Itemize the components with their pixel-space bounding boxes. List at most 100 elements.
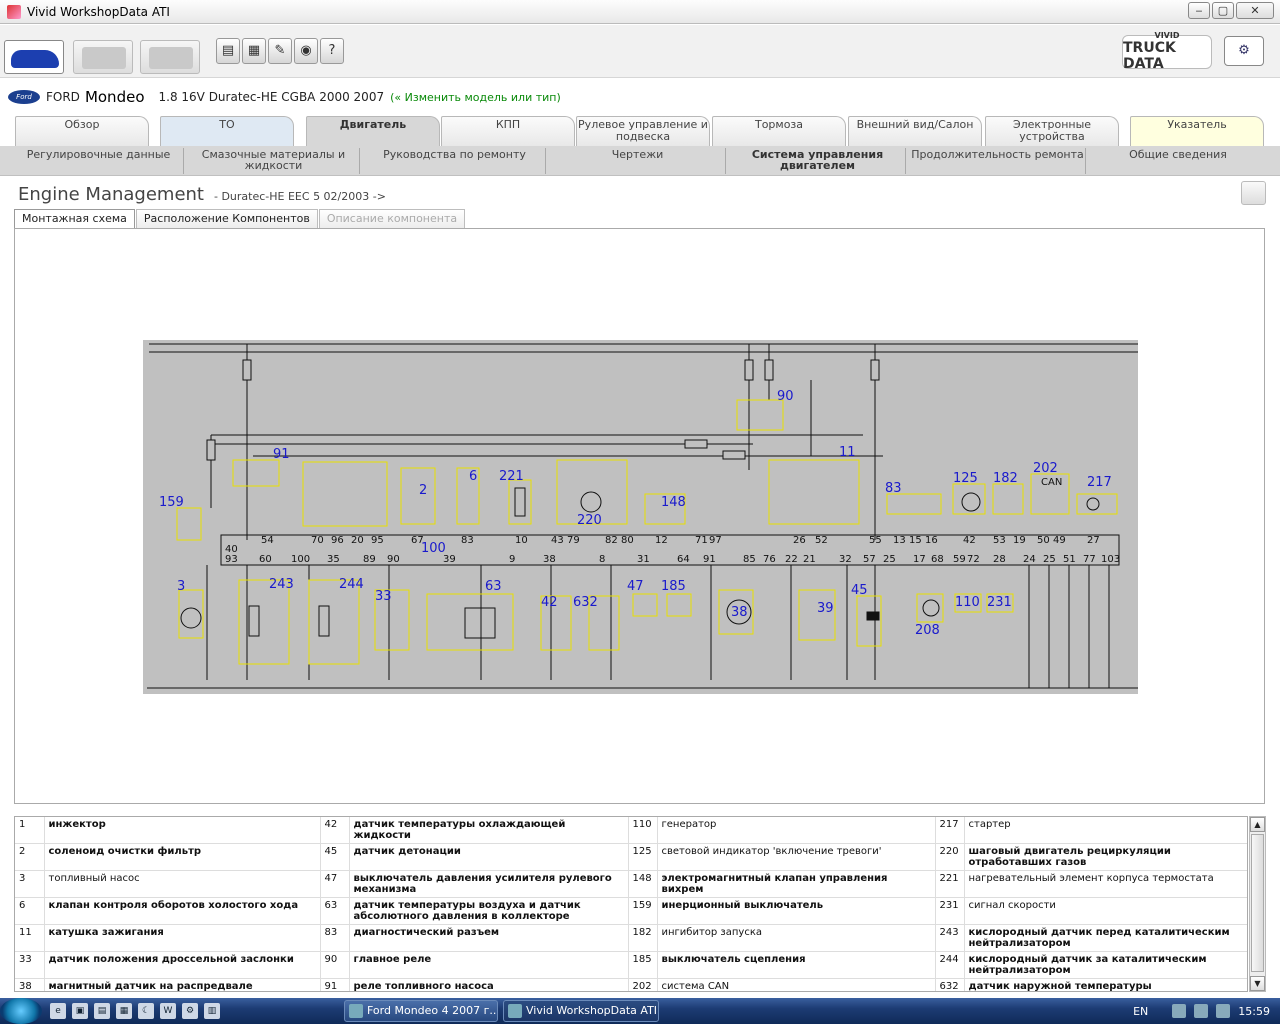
change-model-link[interactable]: (« Изменить модель или тип) — [390, 91, 561, 104]
task-label: Ford Mondeo 4 2007 г... — [367, 1004, 498, 1017]
diagram-pin-label: 59 — [953, 554, 966, 565]
diagram-component-id: 159 — [159, 495, 184, 510]
diagram-pin-label: 90 — [387, 554, 400, 565]
diagram-pin-label: 20 — [351, 535, 364, 546]
diagram-pin-label: 76 — [763, 554, 776, 565]
tab-component-description: Описание компонента — [318, 209, 466, 229]
diagram-pin-label: 42 — [963, 535, 976, 546]
truck-mode-tab[interactable] — [73, 40, 133, 74]
print-button[interactable] — [1241, 181, 1266, 205]
scroll-thumb[interactable] — [1251, 834, 1264, 972]
trailer-mode-tab[interactable] — [140, 40, 200, 74]
diagram-pin-label: 96 — [331, 535, 344, 546]
ati-logo-button[interactable]: ⚙ — [1224, 36, 1264, 66]
legend-number: 125 — [628, 843, 658, 871]
tab-engine[interactable]: Двигатель — [306, 116, 440, 146]
maximize-button[interactable]: ▢ — [1212, 2, 1234, 19]
diagram-pin-label: 85 — [743, 554, 756, 565]
security-icon[interactable] — [1194, 1004, 1209, 1018]
diagram-pin-label: 24 — [1023, 554, 1036, 565]
volume-icon[interactable] — [1216, 1004, 1231, 1018]
tab-steering[interactable]: Рулевое управление и подвеска — [576, 116, 710, 146]
globe-button[interactable]: ◉ — [294, 38, 318, 64]
legend-description: датчик температуры охлаждающей жидкости — [349, 817, 629, 844]
word-icon[interactable]: W — [160, 1003, 176, 1019]
diagram-pin-label: 8 — [599, 554, 605, 565]
scroll-up-arrow[interactable]: ▲ — [1250, 817, 1265, 832]
edit-button[interactable]: ✎ — [268, 38, 292, 64]
scroll-down-arrow[interactable]: ▼ — [1250, 976, 1265, 991]
taskbar-item-vivid[interactable]: Vivid WorkshopData ATI — [503, 1000, 659, 1022]
logo-main-text: TRUCK DATA — [1123, 40, 1176, 72]
minimize-button[interactable]: ‒ — [1188, 2, 1210, 19]
diagram-pin-label: 68 — [931, 554, 944, 565]
diagram-pin-label: 53 — [993, 535, 1006, 546]
wiring-diagram[interactable]: 90 91 159 2 6 221 148 11 83 125 182 202 … — [143, 340, 1138, 694]
legend-description: инерционный выключатель — [657, 897, 936, 925]
clock[interactable]: 15:59 — [1238, 1005, 1270, 1018]
legend-number: 1 — [15, 817, 45, 844]
diagram-pin-label: 31 — [637, 554, 650, 565]
tab-service[interactable]: ТО — [160, 116, 294, 146]
diagram-component-id: 38 — [731, 605, 748, 620]
tab-index[interactable]: Указатель — [1130, 116, 1264, 146]
tab-transmission[interactable]: КПП — [441, 116, 575, 146]
tab-component-location[interactable]: Расположение Компонентов — [135, 209, 318, 229]
diagram-pin-label: 67 — [411, 535, 424, 546]
diagram-component-id: 202 — [1033, 461, 1058, 476]
diagram-component-id: 185 — [661, 579, 686, 594]
diagram-component-id: 632 — [573, 595, 598, 610]
start-button[interactable] — [0, 998, 42, 1024]
copy-button[interactable]: ▦ — [242, 38, 266, 64]
tool-icon[interactable]: ▥ — [204, 1003, 220, 1019]
subtab-lubricants[interactable]: Смазочные материалы и жидкости — [188, 148, 360, 174]
diagram-pin-label: 83 — [461, 535, 474, 546]
subtab-adjustment-data[interactable]: Регулировочные данные — [14, 148, 184, 174]
help-button[interactable]: ? — [320, 38, 344, 64]
subtab-general-info[interactable]: Общие сведения — [1090, 148, 1266, 174]
tab-electronics[interactable]: Электронные устройства — [985, 116, 1119, 146]
subtab-repair-times[interactable]: Продолжительность ремонта — [910, 148, 1086, 174]
diagram-component-id: 125 — [953, 471, 978, 486]
network-icon[interactable] — [1172, 1004, 1187, 1018]
subtab-drawings[interactable]: Чертежи — [550, 148, 726, 174]
legend-number: 2 — [15, 843, 45, 871]
tab-overview[interactable]: Обзор — [15, 116, 149, 146]
subtab-engine-management[interactable]: Система управления двигателем — [730, 148, 906, 174]
close-button[interactable]: ✕ — [1236, 2, 1274, 19]
car-mode-tab[interactable] — [4, 40, 64, 74]
save-icon[interactable]: ▤ — [94, 1003, 110, 1019]
legend-row: 33 датчик положения дроссельной заслонки 9… — [15, 951, 1247, 979]
subtab-repair-manuals[interactable]: Руководства по ремонту — [364, 148, 546, 174]
diagram-pin-label: 95 — [371, 535, 384, 546]
taskbar-item-browser[interactable]: Ford Mondeo 4 2007 г... — [344, 1000, 498, 1022]
tab-brakes[interactable]: Тормоза — [712, 116, 846, 146]
diagram-pin-label: 39 — [443, 554, 456, 565]
app-icon[interactable]: ▦ — [116, 1003, 132, 1019]
diagram-component-id: 42 — [541, 595, 558, 610]
model-variant: 1.8 16V Duratec-HE CGBA 2000 2007 — [158, 90, 385, 104]
legend-description: выключатель сцепления — [657, 951, 936, 979]
page-title: Engine Management — [18, 184, 204, 205]
legend-number: 42 — [320, 817, 350, 844]
language-indicator[interactable]: EN — [1133, 1005, 1148, 1018]
books-button[interactable]: ▤ — [216, 38, 240, 64]
legend-number: 110 — [628, 817, 658, 844]
diagram-pin-label: 25 — [883, 554, 896, 565]
diagram-pin-label: 54 — [261, 535, 274, 546]
logo-top-text: VIVID — [1154, 31, 1180, 40]
legend-number: 148 — [628, 870, 658, 898]
diagram-pin-label: 13 — [893, 535, 906, 546]
app-icon — [7, 4, 21, 19]
bottom-pin-labels: 93 60 100 35 89 90 39 9 38 8 31 64 91 85… — [225, 477, 1120, 565]
explorer-icon[interactable]: ▣ — [72, 1003, 88, 1019]
legend-scrollbar[interactable]: ▲ ▼ — [1249, 816, 1266, 992]
legend-description: выключатель давления усилителя рулевого … — [349, 870, 629, 898]
settings-icon[interactable]: ⚙ — [182, 1003, 198, 1019]
moon-icon[interactable]: ☾ — [138, 1003, 154, 1019]
tab-body[interactable]: Внешний вид/Салон — [848, 116, 982, 146]
ie-icon[interactable]: e — [50, 1003, 66, 1019]
diagram-pin-label: 21 — [803, 554, 816, 565]
tab-wiring-diagram[interactable]: Монтажная схема — [14, 209, 135, 229]
legend-row: 1 инжектор 42 датчик температуры охлаждающе… — [15, 817, 1247, 844]
